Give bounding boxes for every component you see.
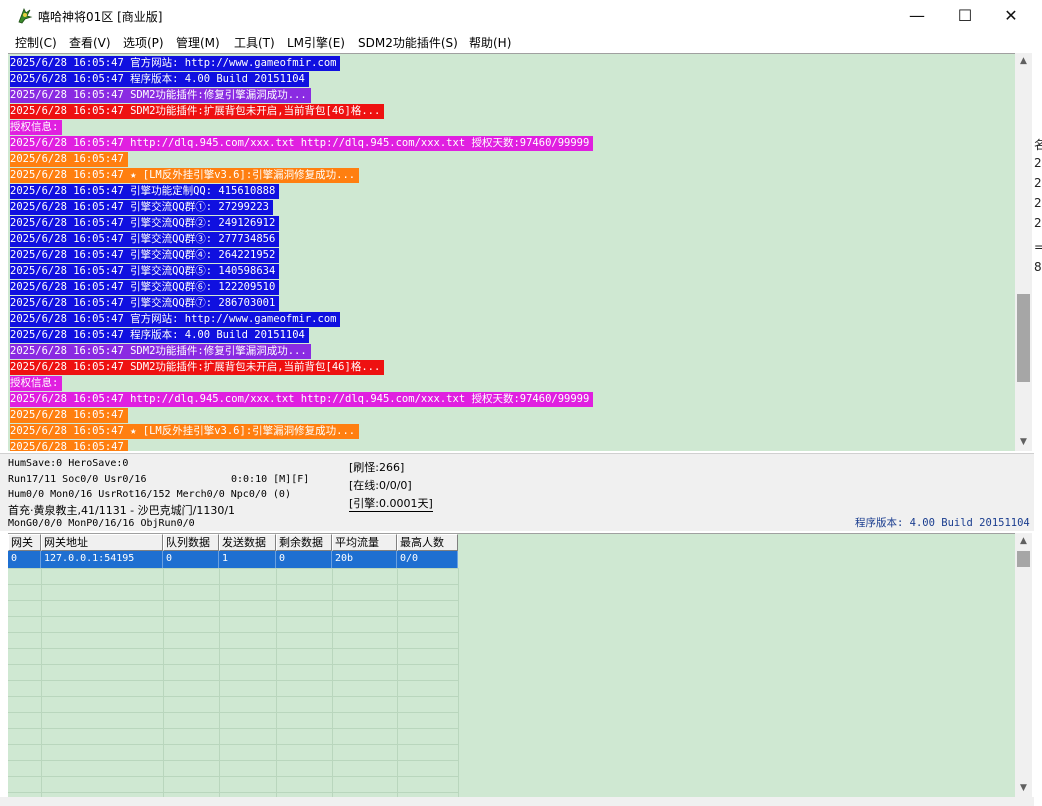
log-line: 2025/6/28 16:05:47 SDM2功能插件:扩展背包未开启,当前背包…	[10, 104, 385, 119]
col-gateway-address[interactable]: 网关地址	[41, 534, 163, 551]
cell-remaining-data: 0	[276, 551, 332, 568]
cell-gateway: 0	[8, 551, 41, 568]
peek-text: 2	[1034, 156, 1042, 170]
scroll-up-icon[interactable]: ▲	[1015, 53, 1032, 70]
log-line: 2025/6/28 16:05:47 官方网站: http://www.game…	[10, 56, 341, 71]
cell-send-data: 1	[219, 551, 276, 568]
menu-bar: 控制(C) 查看(V) 选项(P) 管理(M) 工具(T) LM引擎(E) SD…	[0, 31, 1042, 52]
grid-scrollbar[interactable]: ▲ ▼	[1015, 533, 1032, 797]
status-version: 程序版本: 4.00 Build 20151104	[855, 517, 1030, 529]
status-run: Run17/11 Soc0/0 Usr0/16	[8, 474, 147, 485]
log-line: 2025/6/28 16:05:47 SDM2功能插件:修复引擎漏洞成功...	[10, 344, 311, 359]
peek-text: 名	[1034, 138, 1042, 152]
log-scrollbar[interactable]: ▲ ▼	[1015, 53, 1032, 451]
table-row[interactable]: 0 127.0.0.1:54195 0 1 0 20b 0/0	[8, 551, 458, 568]
log-line: 2025/6/28 16:05:47 引擎交流QQ群①: 27299223	[10, 200, 273, 215]
menu-sdm2-plugin[interactable]: SDM2功能插件(S)	[358, 34, 458, 51]
title-bar: 嘻哈神将01区 [商业版] — ☐ ✕	[0, 0, 1042, 31]
peek-text: =	[1034, 240, 1042, 254]
background-window-edge: 名 2 2 2 2 = 8	[1034, 52, 1042, 806]
log-line: 授权信息:	[10, 120, 63, 135]
maximize-icon: ☐	[957, 6, 973, 25]
peek-text: 2	[1034, 176, 1042, 190]
gateway-grid[interactable]: 网关 网关地址 队列数据 发送数据 剩余数据 平均流量 最高人数 0 127.0…	[8, 533, 1015, 797]
col-send-data[interactable]: 发送数据	[219, 534, 276, 551]
col-gateway[interactable]: 网关	[8, 534, 41, 551]
log-line: 2025/6/28 16:05:47 引擎交流QQ群⑥: 122209510	[10, 280, 280, 295]
status-hum: Hum0/0 Mon0/16 UsrRot16/152 Merch0/0 Npc…	[8, 489, 291, 500]
log-line: 2025/6/28 16:05:47 引擎交流QQ群⑤: 140598634	[10, 264, 280, 279]
grid-scroll-up-icon[interactable]: ▲	[1015, 533, 1032, 550]
peek-text: 2	[1034, 216, 1042, 230]
cell-queue-data: 0	[163, 551, 219, 568]
cell-gateway-address: 127.0.0.1:54195	[41, 551, 163, 568]
menu-options[interactable]: 选项(P)	[123, 34, 164, 51]
log-line: 2025/6/28 16:05:47 程序版本: 4.00 Build 2015…	[10, 72, 309, 87]
peek-text: 8	[1034, 260, 1042, 274]
grid-scrollbar-thumb[interactable]	[1017, 551, 1030, 567]
app-logo-icon	[18, 8, 33, 24]
status-refresh: [刷怪:266]	[349, 461, 405, 474]
log-line: 2025/6/28 16:05:47 引擎交流QQ群⑦: 286703001	[10, 296, 280, 311]
status-mong: MonG0/0/0 MonP0/16/16 ObjRun0/0	[8, 518, 195, 529]
close-icon: ✕	[1004, 6, 1018, 25]
minimize-button[interactable]: —	[894, 0, 940, 31]
log-line: 授权信息:	[10, 376, 63, 391]
log-line: 2025/6/28 16:05:47 官方网站: http://www.game…	[10, 312, 341, 327]
close-button[interactable]: ✕	[988, 0, 1034, 31]
log-line: 2025/6/28 16:05:47 SDM2功能插件:扩展背包未开启,当前背包…	[10, 360, 385, 375]
status-online: [在线:0/0/0]	[349, 479, 412, 492]
log-line: 2025/6/28 16:05:47 引擎交流QQ群④: 264221952	[10, 248, 280, 263]
log-line: 2025/6/28 16:05:47 程序版本: 4.00 Build 2015…	[10, 328, 309, 343]
log-line: 2025/6/28 16:05:47	[10, 440, 128, 451]
log-scrollbar-thumb[interactable]	[1017, 294, 1030, 382]
col-max-players[interactable]: 最高人数	[397, 534, 458, 551]
log-pane[interactable]: 2025/6/28 16:05:47 官方网站: http://www.game…	[8, 53, 1015, 451]
status-humsave: HumSave:0 HeroSave:0	[8, 458, 129, 469]
maximize-button[interactable]: ☐	[942, 0, 988, 31]
log-line: 2025/6/28 16:05:47	[10, 152, 128, 167]
menu-manage[interactable]: 管理(M)	[176, 34, 220, 51]
col-remaining-data[interactable]: 剩余数据	[276, 534, 332, 551]
menu-help[interactable]: 帮助(H)	[469, 34, 511, 51]
status-timer: 0:0:10 [M][F]	[231, 474, 310, 485]
menu-view[interactable]: 查看(V)	[69, 34, 111, 51]
cell-max-players: 0/0	[397, 551, 458, 568]
status-engine: [引擎:0.0001天]	[349, 497, 433, 512]
col-queue-data[interactable]: 队列数据	[163, 534, 219, 551]
col-avg-traffic[interactable]: 平均流量	[332, 534, 397, 551]
status-pane: HumSave:0 HeroSave:0 Run17/11 Soc0/0 Usr…	[0, 453, 1034, 531]
log-line: 2025/6/28 16:05:47 引擎交流QQ群③: 277734856	[10, 232, 280, 247]
log-line: 2025/6/28 16:05:47 ★ [LM反外挂引擎v3.6]:引擎漏洞修…	[10, 168, 360, 183]
log-line: 2025/6/28 16:05:47 引擎功能定制QQ: 415610888	[10, 184, 280, 199]
menu-control[interactable]: 控制(C)	[15, 34, 57, 51]
log-line: 2025/6/28 16:05:47 http://dlq.945.com/xx…	[10, 392, 594, 407]
status-map: 首充·黄泉教主,41/1131 - 沙巴克城门/1130/1	[8, 504, 236, 517]
minimize-icon: —	[909, 6, 925, 25]
menu-tools[interactable]: 工具(T)	[234, 34, 275, 51]
log-line: 2025/6/28 16:05:47 http://dlq.945.com/xx…	[10, 136, 594, 151]
grid-scroll-down-icon[interactable]: ▼	[1015, 780, 1032, 797]
log-line: 2025/6/28 16:05:47	[10, 408, 128, 423]
grid-header: 网关 网关地址 队列数据 发送数据 剩余数据 平均流量 最高人数	[8, 534, 458, 551]
window-title: 嘻哈神将01区 [商业版]	[38, 10, 163, 24]
log-line: 2025/6/28 16:05:47 ★ [LM反外挂引擎v3.6]:引擎漏洞修…	[10, 424, 360, 439]
bottom-edge	[0, 797, 1034, 806]
log-line: 2025/6/28 16:05:47 SDM2功能插件:修复引擎漏洞成功...	[10, 88, 311, 103]
cell-avg-traffic: 20b	[332, 551, 397, 568]
scroll-down-icon[interactable]: ▼	[1015, 434, 1032, 451]
peek-text: 2	[1034, 196, 1042, 210]
menu-lm-engine[interactable]: LM引擎(E)	[287, 34, 345, 51]
grid-column-lines	[8, 568, 459, 797]
log-line: 2025/6/28 16:05:47 引擎交流QQ群②: 249126912	[10, 216, 280, 231]
